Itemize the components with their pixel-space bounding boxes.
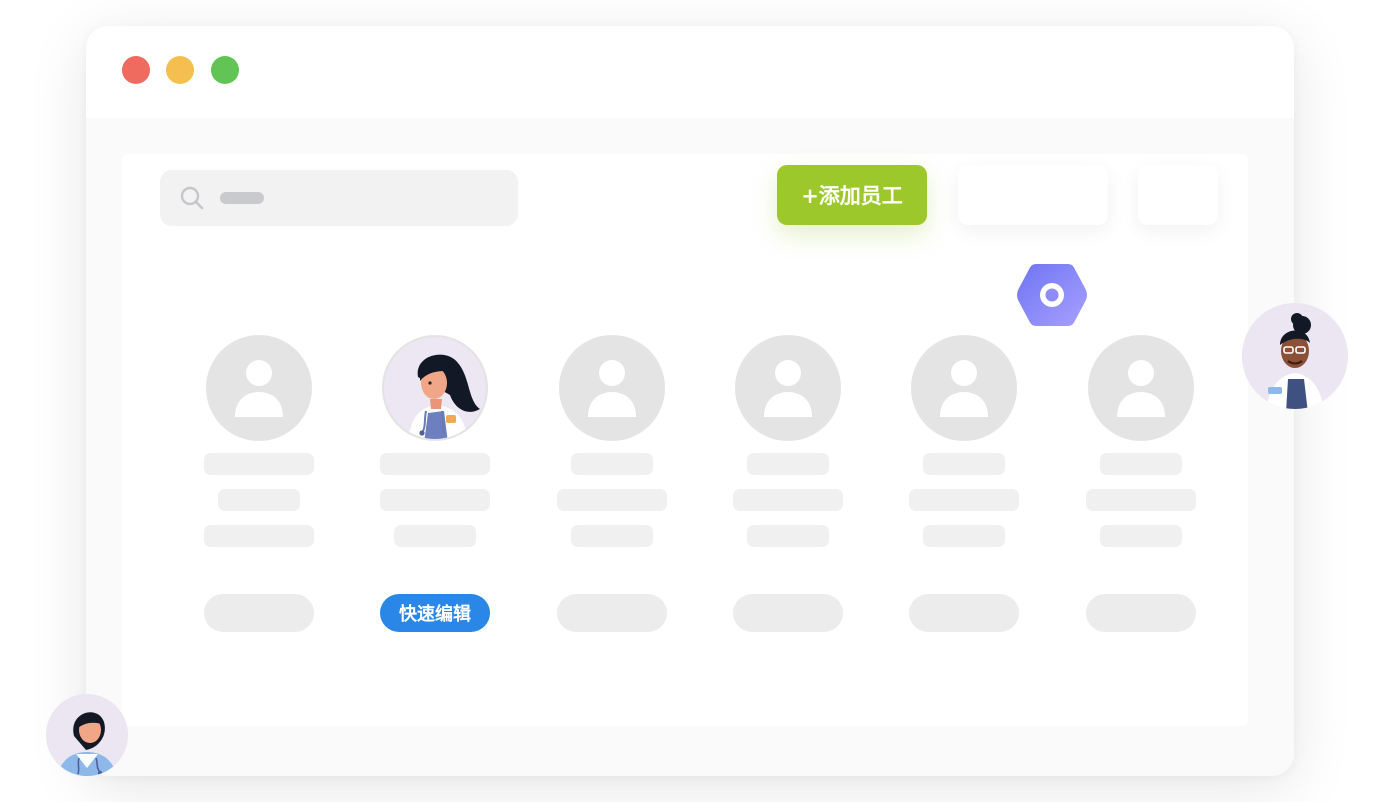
search-placeholder-bar <box>220 192 264 204</box>
user-placeholder-icon <box>206 335 312 441</box>
role-skeleton <box>218 489 300 511</box>
user-placeholder-icon <box>911 335 1017 441</box>
minimize-window-button[interactable] <box>166 56 194 84</box>
employee-card <box>1086 335 1196 635</box>
close-window-button[interactable] <box>122 56 150 84</box>
action-button-placeholder[interactable] <box>733 594 843 632</box>
doctor-avatar-right <box>1242 303 1348 409</box>
name-skeleton <box>204 453 314 475</box>
search-input[interactable] <box>160 170 518 226</box>
role-skeleton <box>733 489 843 511</box>
name-skeleton <box>747 453 829 475</box>
maximize-window-button[interactable] <box>211 56 239 84</box>
detail-skeleton <box>204 525 314 547</box>
role-skeleton <box>909 489 1019 511</box>
app-window: +添加员工 快速编辑 <box>86 26 1294 776</box>
employee-panel: +添加员工 快速编辑 <box>122 154 1248 726</box>
quick-edit-button[interactable]: 快速编辑 <box>380 594 490 632</box>
detail-skeleton <box>1100 525 1182 547</box>
toolbar-button-placeholder[interactable] <box>958 165 1108 225</box>
doctor-avatar-left <box>46 694 128 776</box>
user-placeholder-icon <box>1088 335 1194 441</box>
name-skeleton <box>1100 453 1182 475</box>
window-titlebar <box>86 26 1294 118</box>
role-skeleton <box>557 489 667 511</box>
employee-card <box>733 335 843 635</box>
user-placeholder-icon <box>559 335 665 441</box>
detail-skeleton <box>747 525 829 547</box>
detail-skeleton <box>923 525 1005 547</box>
action-button-placeholder[interactable] <box>1086 594 1196 632</box>
hexagon-settings-icon <box>1017 264 1087 326</box>
detail-skeleton <box>394 525 476 547</box>
name-skeleton <box>923 453 1005 475</box>
user-placeholder-icon <box>735 335 841 441</box>
action-button-placeholder[interactable] <box>557 594 667 632</box>
name-skeleton <box>571 453 653 475</box>
add-employee-button[interactable]: +添加员工 <box>777 165 927 225</box>
action-button-placeholder[interactable] <box>204 594 314 632</box>
doctor-avatar <box>382 335 488 441</box>
toolbar-button-placeholder-small[interactable] <box>1138 165 1218 225</box>
search-icon <box>180 186 204 210</box>
employee-card <box>909 335 1019 635</box>
employee-card <box>557 335 667 635</box>
detail-skeleton <box>571 525 653 547</box>
role-skeleton <box>380 489 490 511</box>
name-skeleton <box>380 453 490 475</box>
role-skeleton <box>1086 489 1196 511</box>
employee-card <box>204 335 314 635</box>
employee-card: 快速编辑 <box>380 335 490 635</box>
action-button-placeholder[interactable] <box>909 594 1019 632</box>
illustration-stage: +添加员工 快速编辑 <box>0 0 1380 802</box>
